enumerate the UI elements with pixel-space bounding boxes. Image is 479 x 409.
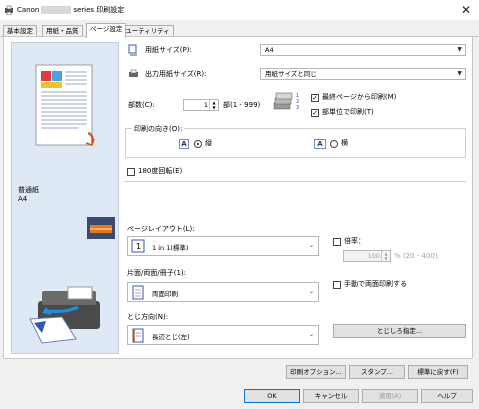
section-divider bbox=[124, 181, 466, 182]
letter-a-landscape-icon: A bbox=[314, 139, 326, 149]
layout-value: 1 in 1(標準) bbox=[152, 244, 189, 252]
chevron-down-icon: ⌄ bbox=[308, 288, 314, 295]
scaling-range-text: % (20 - 400) bbox=[394, 252, 438, 260]
paper-size-label: 用紙サイズ(P): bbox=[145, 46, 192, 54]
paper-size-dropdown[interactable]: A4 ▼ bbox=[260, 44, 466, 56]
layout-1in1-icon: 1 bbox=[131, 239, 145, 253]
layout-label: ページレイアウト(L): bbox=[127, 225, 195, 233]
apply-button[interactable]: 適用(A) bbox=[362, 389, 418, 403]
output-size-label: 出力用紙サイズ(R): bbox=[145, 70, 207, 78]
chevron-down-icon: ▼ bbox=[457, 70, 462, 77]
rotate-180-checkbox[interactable] bbox=[127, 168, 135, 176]
manual-duplex-label: 手動で両面印刷する bbox=[344, 280, 407, 288]
copies-stepper[interactable]: 1 ▲ ▼ bbox=[183, 99, 219, 111]
model-name-redacted bbox=[41, 6, 72, 14]
landscape-label: 横 bbox=[341, 139, 348, 147]
chevron-down-icon: ▼ bbox=[457, 46, 462, 53]
cancel-button[interactable]: キャンセル bbox=[303, 389, 359, 403]
ok-button[interactable]: OK bbox=[244, 389, 300, 403]
output-size-dropdown[interactable]: 用紙サイズと同じ ▼ bbox=[260, 68, 466, 80]
letter-a-portrait-icon: A bbox=[179, 139, 189, 149]
rotate-180-label: 180度回転(E) bbox=[138, 167, 183, 175]
binding-label: とじ方向(N): bbox=[127, 313, 169, 321]
duplex-dropdown[interactable]: 両面印刷 ⌄ bbox=[127, 282, 319, 302]
window-title-prefix: Canon bbox=[17, 6, 40, 14]
binding-page-icon bbox=[132, 328, 144, 343]
tab-page-setup[interactable]: ページ設定 bbox=[86, 23, 127, 38]
scaling-label: 倍率： bbox=[344, 237, 365, 245]
copies-label: 部数(C): bbox=[128, 101, 155, 109]
spin-arrows-icon[interactable]: ▲ ▼ bbox=[381, 251, 390, 261]
collate-stack-icon: 1 2 3 bbox=[273, 92, 299, 111]
paper-size-value: A4 bbox=[265, 46, 274, 54]
reverse-order-checkbox[interactable]: ✓ bbox=[311, 94, 319, 102]
binding-margin-button[interactable]: とじしろ指定... bbox=[333, 324, 466, 338]
landscape-radio[interactable] bbox=[330, 140, 338, 148]
output-paper-icon bbox=[129, 69, 138, 77]
manual-duplex-checkbox[interactable] bbox=[333, 281, 341, 289]
scaling-checkbox[interactable] bbox=[333, 238, 341, 246]
printer-settings-icon bbox=[5, 5, 13, 15]
orientation-label: 印刷の向き(O): bbox=[132, 125, 185, 134]
restore-defaults-button[interactable]: 標準に戻す(F) bbox=[408, 365, 468, 379]
chevron-down-icon: ⌄ bbox=[308, 242, 314, 249]
chevron-down-icon: ⌄ bbox=[308, 331, 314, 338]
scaling-value: 100 bbox=[367, 252, 380, 260]
window-title: Canon series 印刷設定 bbox=[17, 5, 124, 15]
portrait-label: 縦 bbox=[205, 139, 212, 147]
printer-illustration-icon bbox=[29, 286, 100, 344]
collate-checkbox[interactable]: ✓ bbox=[311, 109, 319, 117]
duplex-value: 両面印刷 bbox=[152, 290, 178, 298]
paper-preview-icon bbox=[35, 64, 95, 147]
reverse-order-label: 最終ページから印刷(M) bbox=[322, 93, 397, 101]
copies-value: 1 bbox=[203, 101, 208, 109]
media-type-text: 普通紙 bbox=[18, 186, 39, 194]
close-icon[interactable]: ✕ bbox=[458, 2, 474, 18]
binding-dropdown[interactable]: 長辺とじ(左) ⌄ bbox=[127, 325, 319, 345]
tab-bar: 基本設定 用紙・品質 ページ設定 ユーティリティ bbox=[0, 22, 479, 38]
preview-pane: 普通紙 A4 bbox=[11, 42, 119, 354]
binding-value: 長辺とじ(左) bbox=[152, 333, 190, 341]
window-title-suffix: series 印刷設定 bbox=[73, 6, 125, 14]
svg-text:1: 1 bbox=[136, 242, 141, 251]
paper-size-icon bbox=[128, 44, 137, 56]
stamp-button[interactable]: スタンプ... bbox=[349, 365, 405, 379]
portrait-radio[interactable] bbox=[194, 140, 202, 148]
output-size-value: 用紙サイズと同じ bbox=[265, 70, 317, 78]
scaling-stepper[interactable]: 100 ▲ ▼ bbox=[343, 250, 391, 262]
svg-text:3: 3 bbox=[296, 105, 299, 111]
print-options-button[interactable]: 印刷オプション... bbox=[286, 365, 346, 379]
help-button[interactable]: ヘルプ bbox=[421, 389, 473, 403]
paper-size-text: A4 bbox=[18, 195, 28, 203]
duplex-label: 片面/両面/冊子(1): bbox=[127, 269, 186, 277]
collate-label: 部単位で印刷(T) bbox=[322, 108, 374, 116]
duplex-page-icon bbox=[132, 285, 144, 300]
copies-range-text: 部(1 - 999) bbox=[223, 101, 261, 109]
title-bar: Canon series 印刷設定 ✕ bbox=[0, 0, 479, 20]
layout-dropdown[interactable]: 1 1 in 1(標準) ⌄ bbox=[127, 236, 319, 256]
paper-source-icon bbox=[87, 217, 115, 239]
spin-arrows-icon[interactable]: ▲ ▼ bbox=[209, 100, 218, 110]
